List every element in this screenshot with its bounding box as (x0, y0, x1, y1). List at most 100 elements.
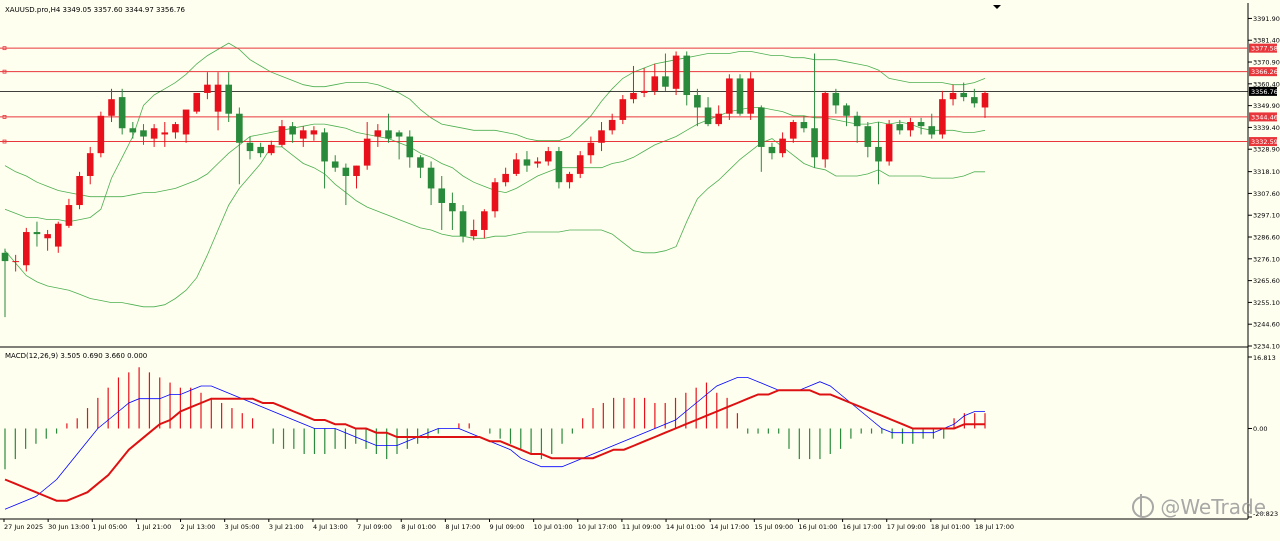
wetrade-logo-icon (1132, 494, 1155, 518)
time-tick-label: 9 Jul 09:00 (490, 523, 525, 531)
candle-body (800, 122, 808, 129)
candle-body (928, 126, 936, 135)
chart-canvas[interactable]: XAUUSD.pro,H4 3349.05 3357.60 3344.97 33… (0, 0, 1280, 537)
candle-body (896, 124, 904, 131)
candle-body (417, 157, 424, 168)
candle-body (331, 161, 339, 168)
trading-chart: XAUUSD.pro,H4 3349.05 3357.60 3344.97 33… (0, 0, 1280, 537)
candle-body (129, 128, 137, 133)
candle-body (470, 229, 477, 237)
time-tick-label: 16 Jul 01:00 (798, 523, 837, 531)
price-line-label: 3332.59 (1251, 138, 1278, 146)
candle-body (939, 99, 946, 135)
candle-body (747, 78, 754, 114)
price-tick-label: 3339.40 (1253, 124, 1280, 132)
candle-body (161, 132, 169, 135)
candle-body (97, 115, 105, 154)
candle-body (76, 175, 83, 206)
candle-body (555, 151, 563, 183)
candle-body (885, 124, 893, 162)
candle-body (576, 155, 584, 174)
candle-body (385, 130, 392, 139)
candle-body (342, 167, 350, 176)
time-tick-label: 8 Jul 17:00 (445, 523, 480, 531)
candle-body (172, 124, 179, 133)
price-line-label: 3377.58 (1251, 45, 1278, 53)
price-tick-label: 3255.10 (1253, 299, 1280, 307)
candle-body (54, 223, 62, 247)
candle-body (236, 113, 243, 143)
candle-body (513, 159, 520, 174)
candle-body (86, 153, 94, 176)
candle-body (33, 232, 41, 235)
time-tick-label: 3 Jul 21:00 (269, 523, 304, 531)
time-tick-label: 8 Jul 01:00 (401, 523, 436, 531)
candle-body (768, 146, 776, 154)
chart-background (0, 0, 1280, 537)
candle-body (204, 84, 211, 93)
price-line-label: 3366.26 (1251, 68, 1278, 76)
candle-body (395, 132, 403, 137)
price-tick-label: 3234.10 (1253, 343, 1280, 351)
price-tick-label: 3244.60 (1253, 321, 1280, 329)
time-tick-label: 30 Jun 13:00 (48, 523, 89, 531)
time-tick-label: 18 Jul 01:00 (931, 523, 970, 531)
candle-body (438, 188, 446, 203)
candle-body (587, 142, 595, 156)
candle-body (544, 151, 552, 162)
candle-body (694, 95, 701, 108)
candle-body (715, 113, 722, 125)
candle-body (949, 92, 957, 100)
candle-body (523, 159, 531, 166)
candle-body (875, 146, 882, 162)
candle-body (108, 99, 115, 116)
candle-body (150, 128, 158, 139)
candle-body (864, 126, 872, 147)
price-tick-label: 3391.90 (1253, 15, 1280, 23)
candle-body (118, 97, 126, 129)
candle-body (1, 252, 9, 262)
candle-body (630, 92, 637, 100)
candle-body (832, 92, 840, 106)
time-tick-label: 10 Jul 17:00 (578, 523, 617, 531)
candle-body (374, 130, 382, 137)
time-tick-label: 3 Jul 05:00 (225, 523, 260, 531)
candle-body (289, 126, 296, 135)
candle-body (363, 138, 371, 166)
price-tick-label: 3328.90 (1253, 146, 1280, 154)
price-tick-label: 3381.40 (1253, 37, 1280, 45)
time-tick-label: 1 Jul 21:00 (136, 523, 171, 531)
candle-body (843, 105, 850, 116)
price-tick-label: 3349.90 (1253, 102, 1280, 110)
candle-body (640, 90, 648, 93)
price-tick-label: 3297.10 (1253, 212, 1280, 220)
time-tick-label: 4 Jul 13:00 (313, 523, 348, 531)
macd-tick-label: 0.00 (1253, 425, 1267, 433)
watermark-text: @WeTrade (1160, 495, 1266, 519)
main-chart-title: XAUUSD.pro,H4 3349.05 3357.60 3344.97 33… (5, 6, 186, 14)
candle-body (598, 130, 605, 143)
time-tick-label: 16 Jul 17:00 (843, 523, 882, 531)
candle-body (779, 138, 786, 154)
candle-body (182, 109, 190, 135)
time-tick-label: 7 Jul 09:00 (357, 523, 392, 531)
candle-body (278, 126, 286, 145)
candle-body (736, 78, 744, 114)
candle-body (353, 165, 360, 176)
candle-body (917, 122, 925, 127)
candle-body (566, 173, 573, 183)
watermark: @WeTrade (1132, 494, 1266, 519)
time-tick-label: 11 Jul 09:00 (622, 523, 661, 531)
candle-body (758, 107, 765, 147)
candle-body (853, 115, 861, 127)
time-tick-label: 14 Jul 17:00 (710, 523, 749, 531)
candle-body (704, 107, 712, 125)
macd-tick-label: 16.813 (1253, 354, 1276, 362)
candle-body (23, 232, 30, 266)
candle-body (960, 92, 967, 98)
candle-body (257, 146, 264, 154)
candle-body (672, 55, 680, 89)
candle-body (821, 92, 829, 160)
price-tick-label: 3318.10 (1253, 168, 1280, 176)
candle-body (140, 130, 147, 137)
